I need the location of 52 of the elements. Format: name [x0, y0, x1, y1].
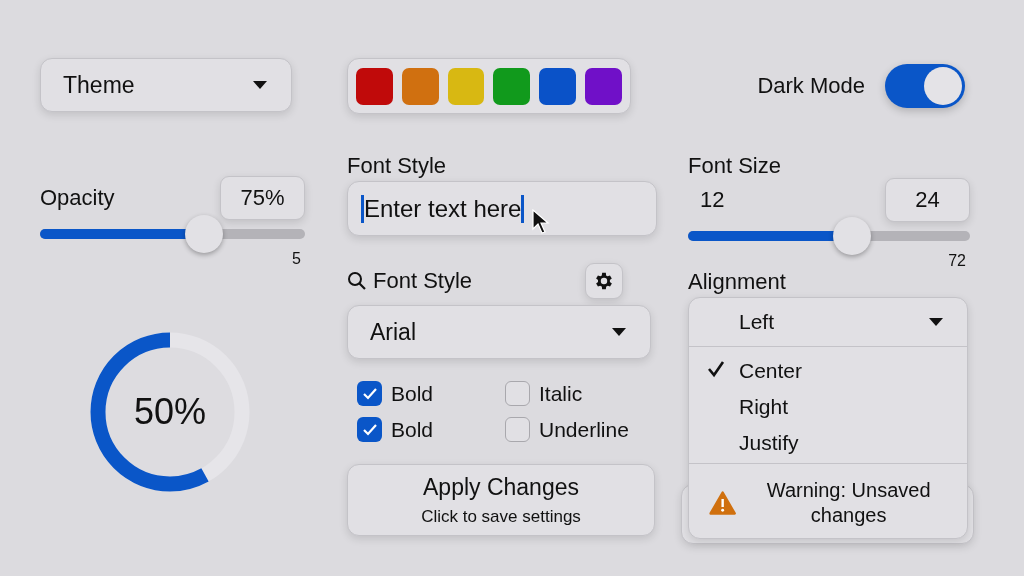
slider-max-label: 72	[948, 252, 966, 270]
settings-button[interactable]	[585, 263, 623, 299]
dropdown-option[interactable]: Center	[689, 353, 967, 389]
checkbox[interactable]	[505, 381, 530, 406]
color-swatch[interactable]	[539, 67, 577, 105]
color-swatch[interactable]	[447, 67, 485, 105]
color-swatch[interactable]	[356, 67, 393, 105]
color-swatch[interactable]	[401, 67, 439, 105]
checkmark-icon	[361, 386, 378, 401]
checkbox-option[interactable]: Italic	[505, 381, 655, 406]
checkbox-option[interactable]: Underline	[505, 417, 655, 442]
opacity-label: Opacity	[40, 186, 115, 210]
slider-thumb[interactable]	[185, 215, 224, 253]
font-size-min: 12	[700, 188, 725, 212]
color-swatch[interactable]	[585, 67, 622, 105]
font-size-value-field[interactable]: 24	[885, 178, 970, 222]
selection-handle-icon	[521, 194, 525, 223]
font-family-select[interactable]: Arial	[347, 305, 651, 359]
font-size-slider[interactable]	[688, 217, 970, 255]
apply-changes-button[interactable]: Apply Changes Click to save settings	[347, 464, 655, 536]
checkbox-option[interactable]: Bold	[357, 381, 505, 406]
alignment-select[interactable]: Left	[689, 298, 967, 347]
checkmark-icon	[361, 422, 378, 437]
caret-icon	[929, 318, 943, 326]
warning-icon	[709, 488, 737, 518]
progress-percent: 50%	[133, 391, 207, 433]
dark-mode-toggle[interactable]	[885, 64, 965, 108]
dropdown-option[interactable]: Right	[689, 389, 967, 425]
slider-thumb[interactable]	[832, 217, 871, 255]
checkbox-option[interactable]: Bold	[357, 417, 505, 442]
font-style-label: Font Style	[347, 154, 448, 178]
font-size-label: Font Size	[688, 154, 782, 178]
theme-select[interactable]: Theme	[40, 58, 292, 112]
opacity-value-field[interactable]: 75%	[220, 176, 305, 220]
warning-message: Warning: Unsaved changes	[765, 478, 932, 528]
settings-icon	[593, 270, 615, 292]
caret-icon	[253, 81, 267, 89]
search-icon	[347, 271, 367, 291]
font-family-label: Font Style	[373, 269, 473, 293]
checkbox[interactable]	[505, 417, 530, 442]
checkbox[interactable]	[357, 381, 382, 406]
caret-icon	[612, 328, 626, 336]
alignment-label: Alignment	[688, 270, 787, 294]
pointer-icon	[532, 209, 550, 235]
color-swatch[interactable]	[493, 67, 531, 105]
dropdown-option[interactable]: Justify	[689, 425, 967, 461]
dark-mode-label: Dark Mode	[757, 73, 865, 99]
opacity-slider[interactable]	[40, 215, 305, 253]
slider-min-label: 5	[292, 250, 301, 268]
selection-handle-icon	[361, 194, 364, 223]
checkbox[interactable]	[357, 417, 382, 442]
input-field[interactable]: Enter text here	[347, 181, 657, 236]
